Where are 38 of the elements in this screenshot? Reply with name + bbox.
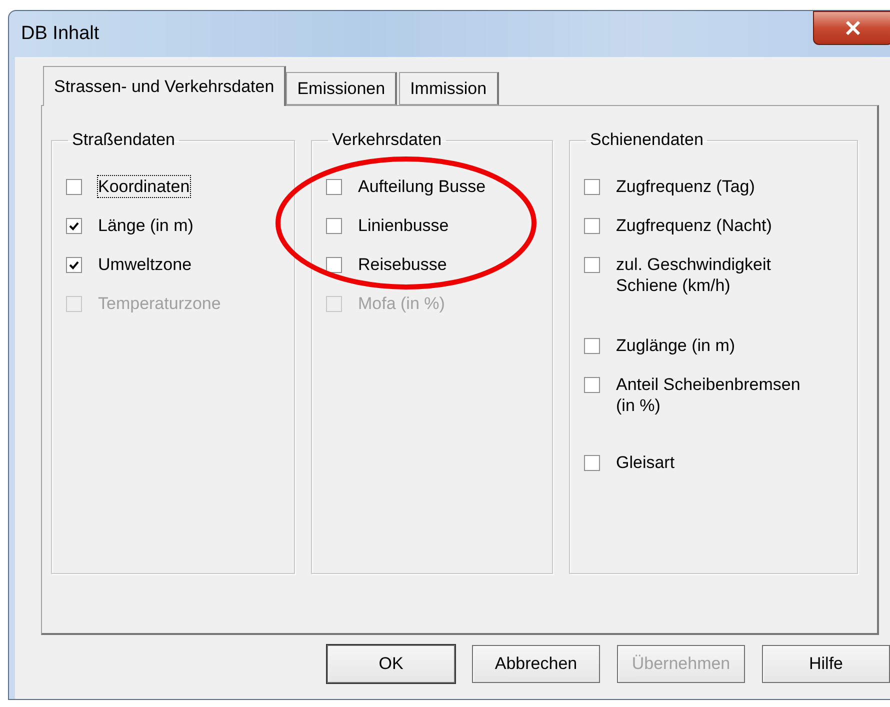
checkbox[interactable] xyxy=(584,257,600,273)
checkmark-icon xyxy=(69,260,79,270)
checkbox[interactable] xyxy=(326,257,342,273)
checkbox-label[interactable]: Zuglänge (in m) xyxy=(616,335,736,356)
group-title: Verkehrsdaten xyxy=(331,130,443,150)
checkbox-label[interactable]: Linienbusse xyxy=(358,215,449,236)
checkbox-label[interactable]: Umweltzone xyxy=(98,254,192,275)
checkbox[interactable] xyxy=(584,179,600,195)
checkbox-label[interactable]: Zugfrequenz (Nacht) xyxy=(616,215,772,236)
group-title: Schienendaten xyxy=(589,130,704,150)
checkmark-icon xyxy=(69,222,79,230)
dialog-button[interactable]: Abbrechen xyxy=(472,645,600,683)
checkbox[interactable] xyxy=(584,377,600,393)
checkbox-label[interactable]: zul. Geschwindigkeit Schiene (km/h) xyxy=(616,254,821,296)
checkbox-label[interactable]: Anteil Scheibenbremsen (in %) xyxy=(616,374,821,416)
checkbox-label[interactable]: Reisebusse xyxy=(358,254,447,275)
checkbox[interactable] xyxy=(66,257,82,273)
checkbox[interactable] xyxy=(584,218,600,234)
dialog-button[interactable]: Hilfe xyxy=(762,645,890,683)
checkbox-label[interactable]: Koordinaten xyxy=(98,176,190,197)
tab[interactable]: Strassen- und Verkehrsdaten xyxy=(43,66,286,106)
checkbox[interactable] xyxy=(326,179,342,195)
tab[interactable]: Immission xyxy=(399,72,499,105)
group-title: Straßendaten xyxy=(71,130,176,150)
checkbox[interactable] xyxy=(66,218,82,234)
checkbox[interactable] xyxy=(584,338,600,354)
checkbox-label[interactable]: Aufteilung Busse xyxy=(358,176,486,197)
tab[interactable]: Emissionen xyxy=(286,72,398,105)
close-button[interactable] xyxy=(813,11,890,45)
checkbox-label[interactable]: Gleisart xyxy=(616,452,675,473)
window-title: DB Inhalt xyxy=(21,23,100,45)
checkbox[interactable] xyxy=(584,455,600,471)
close-icon xyxy=(845,21,861,35)
checkbox-label[interactable]: Länge (in m) xyxy=(98,215,194,236)
checkbox[interactable] xyxy=(326,218,342,234)
checkbox[interactable] xyxy=(66,179,82,195)
checkbox-label[interactable]: Zugfrequenz (Tag) xyxy=(616,176,755,197)
dialog-button[interactable]: OK xyxy=(327,645,455,683)
